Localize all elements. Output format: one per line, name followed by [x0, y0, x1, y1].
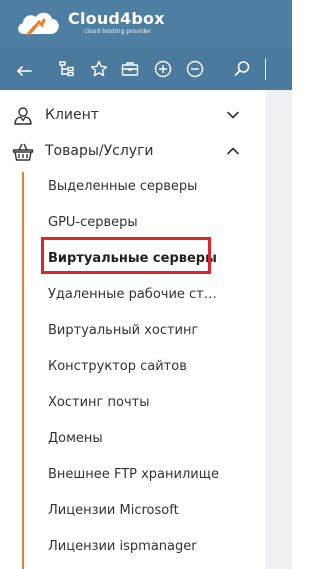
briefcase-icon[interactable] [120, 59, 140, 79]
tree-icon[interactable] [57, 59, 77, 79]
brand-logo[interactable]: Cloud4box cloud hosting provider [14, 8, 165, 40]
content-pane [266, 90, 292, 569]
cloud-logo-icon [18, 12, 59, 36]
sidebar-section-products[interactable]: Товары/Услуги [0, 133, 266, 169]
sidebar-section-label: Клиент [45, 107, 99, 123]
back-arrow-icon[interactable] [14, 59, 34, 79]
sidebar-item-remote-desktops[interactable]: Удаленные рабочие ст… [48, 285, 217, 305]
minus-circle-icon[interactable] [185, 59, 205, 79]
user-icon [14, 107, 32, 125]
sidebar-item-site-builder[interactable]: Конструктор сайтов [48, 357, 187, 377]
sidebar-item-gpu-servers[interactable]: GPU-серверы [48, 213, 138, 233]
sidebar-section-client[interactable]: Клиент [0, 97, 266, 133]
basket-icon [12, 143, 34, 161]
star-icon[interactable] [89, 59, 109, 79]
active-section-rail [22, 172, 24, 569]
sidebar-item-domains[interactable]: Домены [48, 429, 103, 449]
sidebar-section-label: Товары/Услуги [45, 143, 154, 159]
sidebar-item-ispmanager-licenses[interactable]: Лицензии ispmanager [48, 537, 197, 557]
sidebar-item-virtual-hosting[interactable]: Виртуальный хостинг [48, 321, 198, 341]
sidebar-item-dedicated-servers[interactable]: Выделенные серверы [48, 177, 197, 197]
chevron-down-icon[interactable] [226, 108, 240, 122]
brand-subtitle: cloud hosting provider [84, 28, 152, 35]
selection-highlight [41, 237, 211, 274]
toolbar-divider [265, 58, 266, 80]
app-header: Cloud4box cloud hosting provider [0, 0, 292, 48]
sidebar-item-ftp-storage[interactable]: Внешнее FTP хранилище [48, 465, 219, 485]
plus-circle-icon[interactable] [153, 59, 173, 79]
chevron-up-icon[interactable] [226, 144, 240, 158]
sidebar-item-mail-hosting[interactable]: Хостинг почты [48, 393, 149, 413]
brand-title: Cloud4box [68, 9, 165, 28]
toolbar [0, 48, 292, 90]
sidebar-item-microsoft-licenses[interactable]: Лицензии Microsoft [48, 501, 179, 521]
search-icon[interactable] [232, 59, 252, 79]
